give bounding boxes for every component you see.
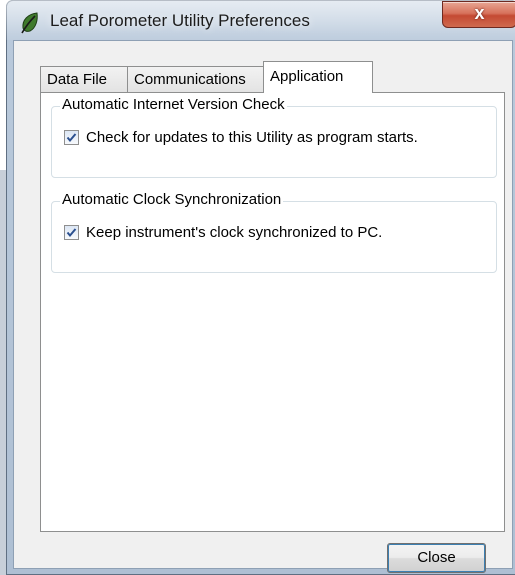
- close-window-button[interactable]: x: [442, 1, 515, 28]
- tab-application[interactable]: Application: [263, 61, 373, 93]
- close-button[interactable]: Close: [387, 543, 486, 573]
- checkmark-icon: [66, 133, 77, 143]
- tab-communications[interactable]: Communications: [127, 66, 264, 92]
- clock-sync-group: Automatic Clock Synchronization Keep ins…: [51, 191, 497, 273]
- preferences-window: Leaf Porometer Utility Preferences x Dat…: [6, 0, 515, 575]
- clock-sync-row[interactable]: Keep instrument's clock synchronized to …: [64, 224, 382, 241]
- version-check-row[interactable]: Check for updates to this Utility as pro…: [64, 129, 418, 146]
- version-check-legend: Automatic Internet Version Check: [60, 96, 287, 113]
- clock-sync-label[interactable]: Keep instrument's clock synchronized to …: [86, 224, 382, 241]
- tab-data-file[interactable]: Data File: [40, 66, 128, 92]
- version-check-group: Automatic Internet Version Check Check f…: [51, 96, 497, 178]
- window-title: Leaf Porometer Utility Preferences: [50, 11, 310, 30]
- checkmark-icon: [66, 228, 77, 238]
- application-tab-panel: Automatic Internet Version Check Check f…: [40, 92, 505, 532]
- dialog-client-area: Data File Communications Application Aut…: [13, 40, 513, 573]
- version-check-label[interactable]: Check for updates to this Utility as pro…: [86, 129, 418, 146]
- close-icon: x: [474, 3, 485, 23]
- leaf-icon: [20, 12, 40, 34]
- clock-sync-legend: Automatic Clock Synchronization: [60, 191, 284, 208]
- version-check-checkbox[interactable]: [64, 130, 79, 145]
- clock-sync-checkbox[interactable]: [64, 225, 79, 240]
